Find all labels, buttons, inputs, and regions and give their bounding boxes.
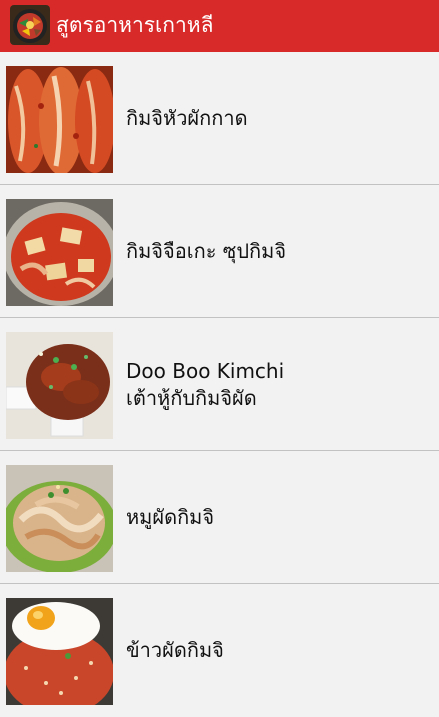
pork-kimchi-image	[6, 465, 113, 572]
recipe-item[interactable]: Doo Boo Kimchi เต้าหู้กับกิมจิผัด	[0, 318, 439, 451]
recipe-title: ข้าวผัดกิมจิ	[126, 638, 224, 662]
recipe-item[interactable]: กิมจิหัวผักกาด	[0, 52, 439, 185]
recipe-item[interactable]: หมูผัดกิมจิ	[0, 451, 439, 584]
recipe-label: Doo Boo Kimchi เต้าหู้กับกิมจิผัด	[126, 318, 284, 451]
recipe-title: กิมจิจือเกะ ซุปกิมจิ	[126, 239, 287, 263]
kimchi-fried-rice-image	[6, 598, 113, 705]
recipe-title: Doo Boo Kimchi	[126, 358, 285, 383]
recipe-item[interactable]: กิมจิจือเกะ ซุปกิมจิ	[0, 185, 439, 318]
recipe-label: ข้าวผัดกิมจิ	[126, 584, 224, 717]
recipe-item[interactable]: ข้าวผัดกิมจิ	[0, 584, 439, 717]
app-title: สูตรอาหารเกาหลี	[56, 13, 214, 37]
app-logo-icon[interactable]	[10, 5, 50, 45]
recipe-title: หมูผัดกิมจิ	[126, 505, 215, 529]
recipe-label: กิมจิหัวผักกาด	[126, 52, 248, 185]
recipe-label: กิมจิจือเกะ ซุปกิมจิ	[126, 185, 286, 318]
recipe-subtitle: เต้าหู้กับกิมจิผัด	[126, 385, 257, 410]
recipe-list: กิมจิหัวผักกาด กิมจิจือเกะ ซุปกิมจิ Doo …	[0, 52, 439, 717]
recipe-label: หมูผัดกิมจิ	[126, 451, 214, 584]
kimchi-stew-image	[6, 199, 113, 306]
tofu-kimchi-image	[6, 332, 113, 439]
recipe-title: กิมจิหัวผักกาด	[126, 106, 248, 130]
kimchi-cabbage-image	[6, 66, 113, 173]
app-bar: สูตรอาหารเกาหลี	[0, 0, 439, 52]
